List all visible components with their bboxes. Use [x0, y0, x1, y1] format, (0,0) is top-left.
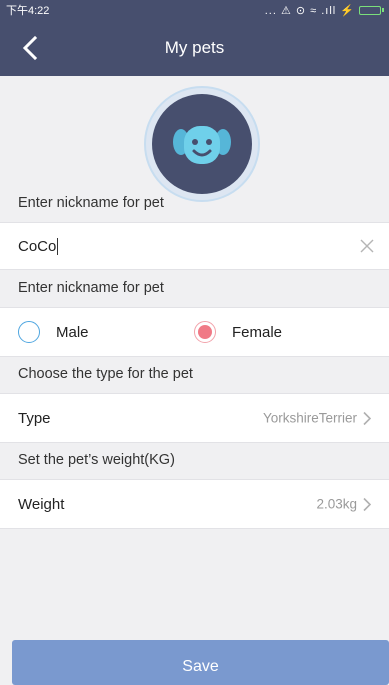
weight-label: Weight	[18, 495, 65, 513]
gender-row: Male Female	[0, 307, 389, 357]
type-section-header: Choose the type for the pet	[18, 366, 193, 382]
nickname-section-header: Enter nickname for pet	[18, 195, 164, 211]
male-label: Male	[56, 323, 89, 341]
radio-selected-dot	[198, 325, 212, 339]
save-button[interactable]: Save	[12, 640, 389, 685]
chevron-right-icon	[363, 411, 371, 425]
male-radio[interactable]	[18, 321, 40, 343]
weight-row[interactable]: Weight 2.03kg	[0, 479, 389, 529]
nickname-field[interactable]: CoCo	[0, 222, 389, 270]
page-title: My pets	[164, 38, 225, 57]
back-button[interactable]	[22, 30, 52, 66]
type-value: YorkshireTerrier	[262, 410, 357, 426]
battery-icon	[359, 5, 384, 15]
weight-value-group: 2.03kg	[316, 497, 371, 512]
status-time: 下午4:22	[6, 5, 50, 17]
female-option[interactable]: Female	[194, 321, 282, 343]
gender-section-header: Enter nickname for pet	[18, 280, 164, 296]
clear-icon[interactable]	[359, 238, 375, 254]
status-icons: ... ⚠ ⊙ ≈ .ıll ⚡	[264, 4, 384, 17]
nickname-input-value[interactable]: CoCo	[18, 238, 56, 255]
nav-bar: My pets	[0, 20, 389, 76]
status-bar: 下午4:22 ... ⚠ ⊙ ≈ .ıll ⚡	[0, 0, 389, 20]
text-cursor	[57, 237, 59, 255]
type-value-group: YorkshireTerrier	[263, 411, 371, 426]
type-row[interactable]: Type YorkshireTerrier	[0, 393, 389, 443]
male-option[interactable]: Male	[18, 321, 178, 343]
chevron-left-icon	[22, 36, 38, 60]
dog-face-icon	[173, 126, 231, 164]
type-label: Type	[18, 409, 51, 427]
avatar-inner	[152, 94, 252, 194]
weight-section-header: Set the pet’s weight(KG)	[18, 452, 175, 468]
avatar-area	[0, 76, 389, 202]
weight-value: 2.03kg	[316, 496, 357, 512]
pet-avatar[interactable]	[144, 86, 260, 202]
chevron-right-icon	[363, 497, 371, 511]
female-radio[interactable]	[194, 321, 216, 343]
female-label: Female	[232, 323, 283, 341]
status-indicators: ... ⚠ ⊙ ≈ .ıll ⚡	[264, 4, 355, 17]
